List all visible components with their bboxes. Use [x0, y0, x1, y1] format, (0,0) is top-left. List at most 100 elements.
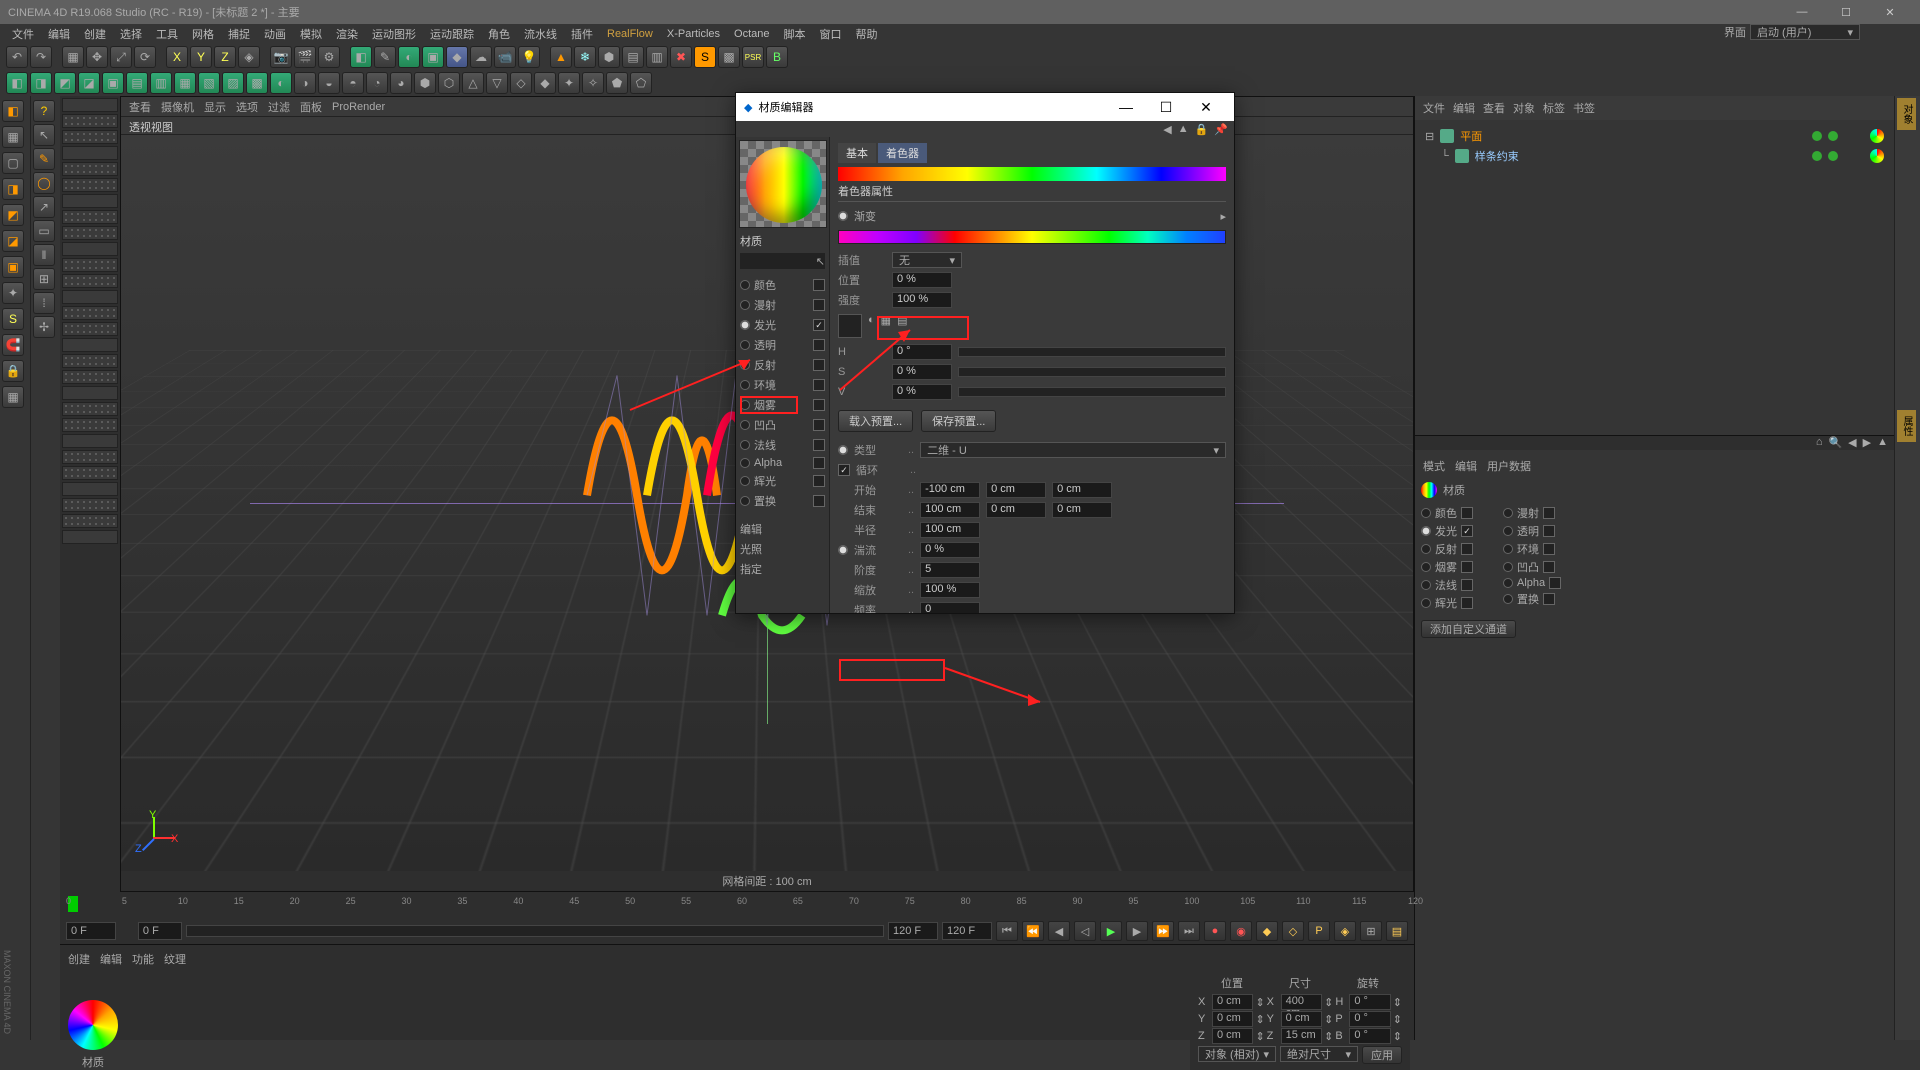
grid-icon[interactable]: ▦: [2, 386, 24, 408]
tb2-icon-5[interactable]: ▤: [126, 72, 148, 94]
tool3-icon[interactable]: ⁞: [33, 292, 55, 314]
color-swatch[interactable]: [838, 314, 862, 338]
key4-icon[interactable]: ◈: [1334, 921, 1356, 941]
load-preset-button[interactable]: 载入预置...: [838, 410, 913, 432]
mat-tab-基本[interactable]: 基本: [838, 143, 876, 163]
tool2-icon[interactable]: ⊞: [33, 268, 55, 290]
palette-26[interactable]: [62, 514, 118, 528]
tb2-icon-12[interactable]: ◑: [294, 72, 316, 94]
palette-12[interactable]: [62, 290, 118, 304]
palette-13[interactable]: [62, 306, 118, 320]
tb2-icon-8[interactable]: ▧: [198, 72, 220, 94]
obj-tab-编辑[interactable]: 编辑: [1453, 100, 1475, 116]
palette-2[interactable]: [62, 130, 118, 144]
tb2-icon-23[interactable]: ✦: [558, 72, 580, 94]
menu-动画[interactable]: 动画: [258, 24, 292, 44]
lock-icon[interactable]: 🔒: [2, 360, 24, 382]
rotate-icon[interactable]: ⟳: [134, 46, 156, 68]
palette-9[interactable]: [62, 242, 118, 256]
tool1-icon[interactable]: ‖: [33, 244, 55, 266]
help-icon[interactable]: ?: [33, 100, 55, 122]
gradient-radio[interactable]: [838, 211, 848, 221]
plugin1-icon[interactable]: ▲: [550, 46, 572, 68]
palette-3[interactable]: [62, 146, 118, 160]
menu-插件[interactable]: 插件: [565, 24, 599, 44]
vp-menu-过滤[interactable]: 过滤: [268, 99, 290, 115]
tb2-icon-7[interactable]: ▦: [174, 72, 196, 94]
obj-tab-标签[interactable]: 标签: [1543, 100, 1565, 116]
palette-5[interactable]: [62, 178, 118, 192]
rec-icon[interactable]: ●: [1204, 921, 1226, 941]
menu-脚本[interactable]: 脚本: [778, 24, 812, 44]
tb2-icon-17[interactable]: ⬢: [414, 72, 436, 94]
axis-icon[interactable]: ✦: [2, 282, 24, 304]
vp-menu-面板[interactable]: 面板: [300, 99, 322, 115]
move-icon[interactable]: ✥: [86, 46, 108, 68]
menu-模拟[interactable]: 模拟: [294, 24, 328, 44]
menu-编辑[interactable]: 编辑: [42, 24, 76, 44]
tb2-icon-9[interactable]: ▨: [222, 72, 244, 94]
make-editable-icon[interactable]: ◧: [2, 100, 24, 122]
vp-menu-选项[interactable]: 选项: [236, 99, 258, 115]
palette-7[interactable]: [62, 210, 118, 224]
edge-icon[interactable]: ◪: [2, 230, 24, 252]
current-frame-b[interactable]: 120 F: [888, 922, 938, 940]
attr-up-icon[interactable]: ▲: [1877, 436, 1888, 450]
scale-icon[interactable]: ⤢: [110, 46, 132, 68]
tb2-icon-1[interactable]: ◨: [30, 72, 52, 94]
brush-icon[interactable]: ✎: [33, 148, 55, 170]
live-select-icon[interactable]: ▦: [62, 46, 84, 68]
obj-tab-书签[interactable]: 书签: [1573, 100, 1595, 116]
palette-6[interactable]: [62, 194, 118, 208]
mat-min-button[interactable]: —: [1106, 99, 1146, 115]
tb2-icon-13[interactable]: ◒: [318, 72, 340, 94]
mat-ch-颜色[interactable]: 颜色: [740, 275, 825, 295]
pointer-icon[interactable]: ↖: [33, 124, 55, 146]
timeline-scrub[interactable]: [186, 925, 884, 937]
material-swatch[interactable]: [68, 1000, 118, 1050]
tree-平面[interactable]: ⊟平面: [1425, 126, 1884, 146]
obj-tab-文件[interactable]: 文件: [1423, 100, 1445, 116]
key2-icon[interactable]: ◇: [1282, 921, 1304, 941]
lasso-icon[interactable]: ◯: [33, 172, 55, 194]
timeline[interactable]: 0510152025303540455055606570758085909510…: [60, 892, 1414, 918]
axis-z-icon[interactable]: Z: [214, 46, 236, 68]
render-icon[interactable]: 📷: [270, 46, 292, 68]
tex-icon[interactable]: ▦: [881, 314, 891, 338]
shelf-tab-纹理[interactable]: 纹理: [164, 951, 186, 967]
plugin4-icon[interactable]: ▤: [622, 46, 644, 68]
tb2-icon-22[interactable]: ◆: [534, 72, 556, 94]
key1-icon[interactable]: ◆: [1256, 921, 1278, 941]
palette-1[interactable]: [62, 114, 118, 128]
mat-ch-烟雾[interactable]: 烟雾: [740, 395, 825, 415]
max-button[interactable]: ☐: [1824, 0, 1868, 24]
min-button[interactable]: —: [1780, 0, 1824, 24]
misc-icon[interactable]: B: [766, 46, 788, 68]
coord-icon[interactable]: ◈: [238, 46, 260, 68]
prev-key-icon[interactable]: ◀: [1048, 921, 1070, 941]
material-editor-titlebar[interactable]: ◆ 材质编辑器 — ☐ ✕: [736, 93, 1234, 121]
point-icon[interactable]: ◩: [2, 204, 24, 226]
octane-icon[interactable]: S: [694, 46, 716, 68]
save-preset-button[interactable]: 保存预置...: [921, 410, 996, 432]
mat-section-光照[interactable]: 光照: [740, 539, 825, 559]
play-icon[interactable]: ▶: [1100, 921, 1122, 941]
tb2-icon-15[interactable]: ◔: [366, 72, 388, 94]
palette-4[interactable]: [62, 162, 118, 176]
palette-27[interactable]: [62, 530, 118, 544]
psr-icon[interactable]: PSR: [742, 46, 764, 68]
mat-max-button[interactable]: ☐: [1146, 99, 1186, 116]
deformer-icon[interactable]: ◆: [446, 46, 468, 68]
tb2-icon-0[interactable]: ◧: [6, 72, 28, 94]
key5-icon[interactable]: ⊞: [1360, 921, 1382, 941]
palette-23[interactable]: [62, 466, 118, 480]
snap-icon[interactable]: S: [2, 308, 24, 330]
tool4-icon[interactable]: ✢: [33, 316, 55, 338]
apply-button[interactable]: 应用: [1362, 1046, 1402, 1064]
tb2-icon-26[interactable]: ⬠: [630, 72, 652, 94]
palette-16[interactable]: [62, 354, 118, 368]
axis-x-icon[interactable]: X: [166, 46, 188, 68]
menu-窗口[interactable]: 窗口: [814, 24, 848, 44]
cube-icon[interactable]: ◧: [350, 46, 372, 68]
menu-网格[interactable]: 网格: [186, 24, 220, 44]
